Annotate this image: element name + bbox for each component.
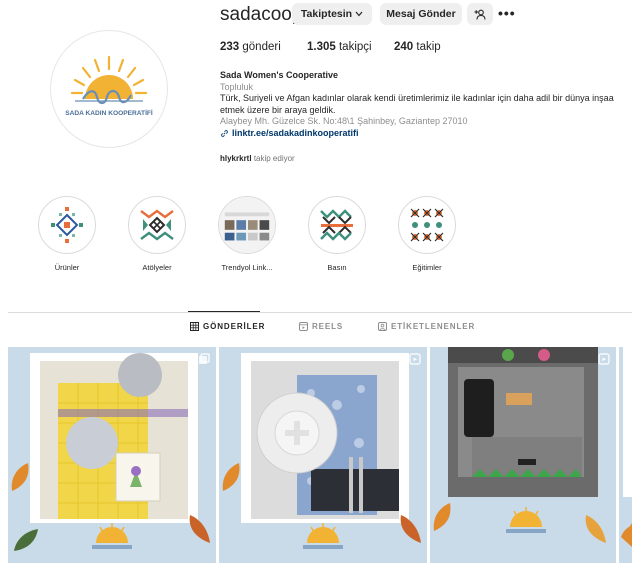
trendyol-screenshot-icon — [219, 197, 275, 253]
highlight-cover — [398, 196, 456, 254]
autumn-leaf-icon — [585, 515, 606, 543]
embroidery-pattern-icon — [51, 207, 83, 243]
embroidery-pattern-icon — [320, 209, 353, 241]
autumn-leaf-icon — [433, 503, 451, 531]
profile-address: Alaybey Mh. Güzelce Sk. No:48\1 Şahinbey… — [220, 116, 468, 126]
tab-posts[interactable]: GÖNDERİLER — [190, 322, 265, 331]
highlight-cover — [308, 196, 366, 254]
reels-icon — [598, 353, 610, 365]
followed-by[interactable]: hlykrkrtl takip ediyor — [220, 154, 295, 163]
post-image-frame — [448, 347, 598, 497]
post-image — [619, 347, 632, 563]
sada-logo-icon — [92, 523, 132, 549]
bio-line-2: etmek üzere bir araya geldik. — [220, 104, 336, 115]
following-count: 240 — [394, 41, 414, 53]
following-button-label: Takiptesin — [300, 8, 353, 20]
tabs-divider — [8, 312, 632, 313]
following-stat[interactable]: 240 takip — [394, 41, 441, 53]
embroidery-pattern-icon — [410, 208, 444, 242]
add-user-button[interactable] — [467, 3, 493, 25]
reels-icon — [299, 322, 308, 331]
followed-by-user: hlykrkrtl — [220, 154, 252, 163]
embroidery-pattern-icon — [140, 209, 174, 241]
tab-posts-label: GÖNDERİLER — [203, 322, 266, 331]
sada-logo-icon — [506, 507, 546, 533]
chevron-down-icon — [355, 11, 363, 17]
highlight-label: Basın — [327, 263, 347, 272]
post-image-frame — [30, 353, 198, 523]
highlight-cover — [128, 196, 186, 254]
profile-link-text: linktr.ee/sadakadinkooperatifi — [232, 127, 359, 138]
sada-logo-icon — [303, 523, 343, 549]
autumn-leaf-icon — [14, 529, 38, 551]
highlight-trendyol[interactable]: Trendyol Link... — [215, 196, 279, 272]
autumn-leaf-icon — [400, 515, 421, 543]
tab-reels[interactable]: REELS — [299, 322, 343, 331]
message-button-label: Mesaj Gönder — [386, 8, 456, 20]
autumn-leaf-icon — [189, 515, 210, 543]
post-image — [251, 361, 399, 519]
highlight-label: Atölyeler — [142, 263, 172, 272]
profile-bio: Sada Women's Cooperative Topluluk Türk, … — [220, 70, 632, 139]
followers-count: 1.305 — [307, 41, 336, 53]
posts-stat: 233 gönderi — [220, 41, 281, 53]
highlight-cover — [38, 196, 96, 254]
tab-tagged-label: ETİKETLENENLER — [391, 322, 476, 331]
post-image-frame — [241, 353, 409, 523]
post-item[interactable] — [219, 347, 427, 563]
posts-count: 233 — [220, 41, 240, 53]
following-button[interactable]: Takiptesin — [292, 3, 372, 25]
highlight-label: Ürünler — [54, 263, 80, 272]
more-options-icon[interactable]: ••• — [498, 5, 516, 21]
followers-label: takipçi — [338, 41, 372, 53]
profile-username: sadacoop — [220, 4, 303, 25]
sada-logo-icon: SADA KADIN KOOPERATİFİ — [65, 55, 153, 117]
post-image — [40, 353, 188, 519]
link-icon — [221, 129, 228, 137]
profile-category: Topluluk — [220, 81, 254, 92]
followed-by-text: takip ediyor — [253, 154, 295, 163]
grid-icon — [190, 322, 199, 331]
highlight-basin[interactable]: Basın — [305, 196, 369, 272]
message-button[interactable]: Mesaj Gönder — [380, 3, 462, 25]
post-item[interactable] — [430, 347, 616, 563]
tab-tagged[interactable]: ETİKETLENENLER — [378, 322, 475, 331]
posts-label: gönderi — [242, 41, 281, 53]
profile-full-name: Sada Women's Cooperative — [220, 70, 339, 80]
post-image — [448, 347, 598, 497]
bio-line-1: Türk, Suriyeli ve Afgan kadınlar olarak … — [220, 93, 614, 103]
highlight-egitimler[interactable]: Eğitimler — [395, 196, 459, 272]
profile-link[interactable]: linktr.ee/sadakadinkooperatifi — [220, 128, 632, 140]
post-item[interactable] — [8, 347, 216, 563]
profile-avatar[interactable]: SADA KADIN KOOPERATİFİ — [50, 30, 168, 148]
highlight-label: Trendyol Link... — [221, 263, 273, 272]
following-label: takip — [416, 41, 441, 53]
highlight-urunler[interactable]: Ürünler — [35, 196, 99, 272]
avatar-logo-text: SADA KADIN KOOPERATİFİ — [65, 109, 153, 117]
autumn-leaf-icon — [222, 463, 240, 491]
autumn-leaf-icon — [11, 463, 29, 491]
highlight-cover — [218, 196, 276, 254]
carousel-icon — [199, 353, 210, 364]
tab-reels-label: REELS — [312, 322, 344, 331]
reels-icon — [409, 353, 421, 365]
active-tab-indicator — [188, 311, 260, 312]
tagged-icon — [378, 322, 387, 331]
add-user-icon — [474, 9, 486, 20]
highlight-label: Eğitimler — [412, 263, 442, 272]
followers-stat[interactable]: 1.305 takipçi — [307, 41, 372, 53]
highlight-atolyeler[interactable]: Atölyeler — [125, 196, 189, 272]
post-item[interactable] — [619, 347, 632, 563]
